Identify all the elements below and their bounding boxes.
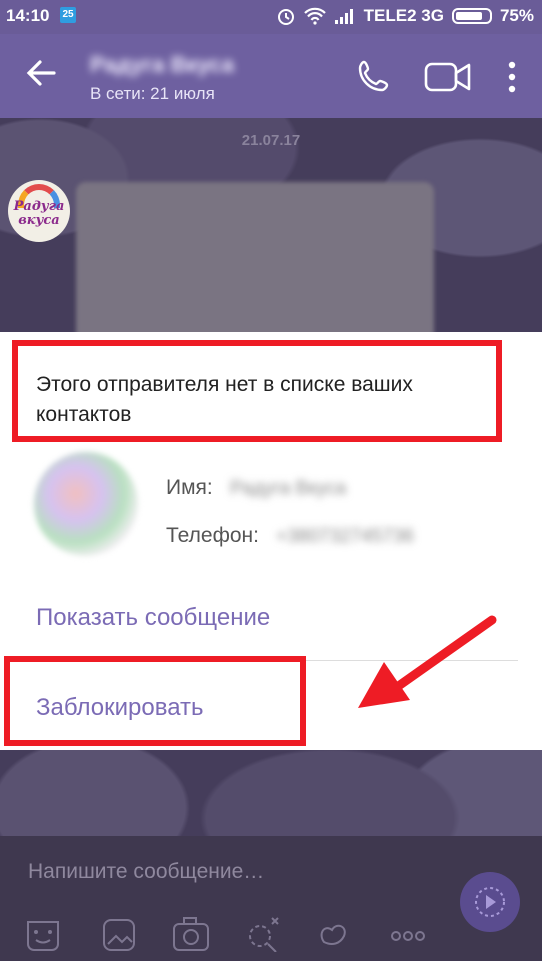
back-arrow-icon[interactable] — [24, 56, 58, 90]
battery-icon — [451, 8, 492, 24]
send-video-icon — [475, 887, 505, 917]
carrier-label: TELE2 3G — [363, 6, 444, 25]
battery-percent: 75% — [499, 6, 534, 25]
show-message-button[interactable]: Показать сообщение — [36, 604, 270, 632]
more-vert-icon[interactable] — [500, 60, 524, 94]
message-composer: Напишите сообщение… — [0, 836, 542, 961]
highlight-notice-box — [12, 340, 502, 442]
alarm-icon — [277, 9, 294, 25]
phone-value: +380732745736 — [276, 526, 414, 547]
last-seen-status: В сети: 21 июля — [90, 84, 215, 103]
gif-icon[interactable] — [320, 924, 346, 945]
more-horiz-icon[interactable] — [391, 931, 425, 941]
chat-toolbar: Радуга Вкуса В сети: 21 июля — [0, 34, 542, 118]
send-video-button[interactable] — [460, 872, 520, 932]
avatar-logo-text: Радуга вкуса — [13, 199, 65, 228]
video-icon[interactable] — [424, 60, 472, 94]
date-separator: 21.07.17 — [241, 132, 301, 149]
phone-icon[interactable] — [356, 58, 392, 94]
status-bar: 14:10 25 TELE2 3G 75% — [0, 0, 542, 34]
message-input[interactable]: Напишите сообщение… — [28, 860, 264, 884]
gallery-icon[interactable] — [103, 919, 135, 951]
sender-avatar[interactable]: Радуга вкуса — [8, 180, 70, 242]
sticker-icon[interactable] — [27, 921, 59, 951]
contact-photo — [34, 452, 138, 556]
doodle-icon[interactable] — [249, 917, 279, 952]
status-right: TELE2 3G 75% — [276, 6, 534, 26]
message-bubble[interactable] — [76, 182, 434, 342]
name-label: Имя: — [166, 476, 213, 499]
phone-label: Телефон: — [166, 524, 259, 547]
highlight-block-box — [4, 656, 306, 746]
calendar-icon: 25 — [60, 7, 76, 23]
contact-name[interactable]: Радуга Вкуса — [90, 52, 234, 78]
wifi-icon — [303, 7, 326, 25]
composer-toolbar — [27, 917, 425, 952]
status-time: 14:10 — [6, 6, 50, 25]
red-arrow-icon — [358, 615, 497, 708]
name-value: Радуга Вкуса — [230, 478, 347, 499]
camera-icon[interactable] — [173, 917, 209, 951]
signal-icon — [334, 9, 353, 24]
